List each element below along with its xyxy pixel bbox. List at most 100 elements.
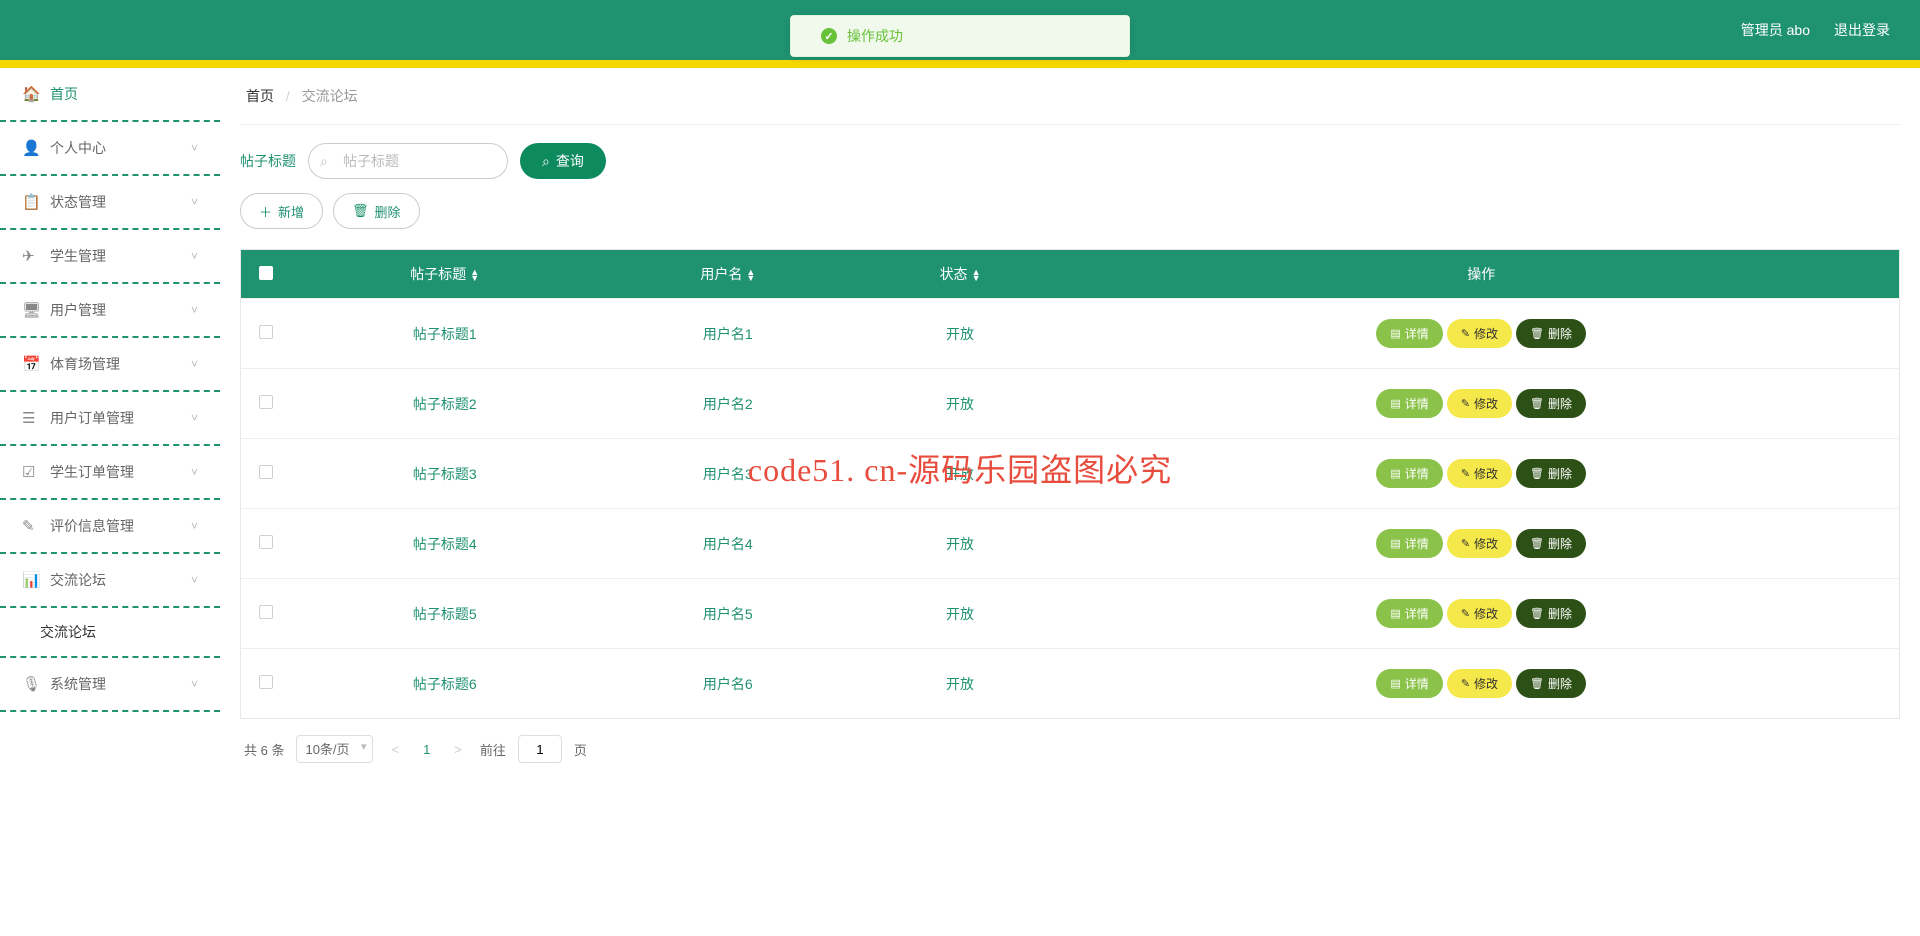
detail-button[interactable]: ▤详情	[1376, 389, 1442, 418]
table-row: 帖子标题3用户名3开放▤详情✎修改🗑删除	[241, 439, 1900, 509]
prev-page[interactable]: <	[385, 742, 405, 757]
main-content: 首页 / 交流论坛 帖子标题 ⌕ ⌕ 查询 ＋ 新增 🗑 删除	[220, 68, 1920, 936]
sidebar-item-3[interactable]: ✈学生管理˅	[0, 230, 220, 284]
menu-label: 学生管理	[50, 246, 106, 266]
plus-icon: ＋	[259, 202, 272, 221]
toast-text: 操作成功	[847, 26, 903, 46]
logout-link[interactable]: 退出登录	[1834, 20, 1890, 40]
goto-input[interactable]	[518, 735, 562, 763]
cell-title[interactable]: 帖子标题2	[291, 369, 600, 439]
page-size-select[interactable]: 10条/页	[296, 735, 373, 763]
trash-icon: 🗑	[1530, 607, 1544, 620]
row-delete-button[interactable]: 🗑删除	[1516, 669, 1586, 698]
cell-title[interactable]: 帖子标题6	[291, 649, 600, 719]
table-row: 帖子标题5用户名5开放▤详情✎修改🗑删除	[241, 579, 1900, 649]
row-delete-button[interactable]: 🗑删除	[1516, 389, 1586, 418]
cell-title[interactable]: 帖子标题1	[291, 299, 600, 369]
row-checkbox[interactable]	[259, 395, 273, 409]
breadcrumb-home[interactable]: 首页	[246, 88, 274, 104]
menu-icon: 📊	[22, 571, 38, 589]
menu-label: 体育场管理	[50, 354, 120, 374]
detail-button[interactable]: ▤详情	[1376, 669, 1442, 698]
cell-title[interactable]: 帖子标题4	[291, 509, 600, 579]
table-row: 帖子标题2用户名2开放▤详情✎修改🗑删除	[241, 369, 1900, 439]
sidebar-item-9[interactable]: 📊交流论坛˅	[0, 554, 220, 608]
breadcrumb-current: 交流论坛	[302, 88, 358, 104]
detail-button[interactable]: ▤详情	[1376, 599, 1442, 628]
title-search-input[interactable]	[308, 143, 508, 179]
row-checkbox[interactable]	[259, 535, 273, 549]
sidebar-item-6[interactable]: ☰用户订单管理˅	[0, 392, 220, 446]
cell-status: 开放	[857, 299, 1064, 369]
edit-button[interactable]: ✎修改	[1447, 529, 1512, 558]
chevron-right-icon: ˅	[191, 519, 198, 533]
row-checkbox[interactable]	[259, 325, 273, 339]
query-button[interactable]: ⌕ 查询	[520, 143, 606, 179]
current-user-label[interactable]: 管理员 abo	[1741, 20, 1810, 40]
col-user[interactable]: 用户名▲▼	[599, 250, 857, 299]
sidebar-item-5[interactable]: 📅 体育场管理 ˅	[0, 338, 220, 392]
detail-button[interactable]: ▤详情	[1376, 459, 1442, 488]
cell-user[interactable]: 用户名4	[599, 509, 857, 579]
sidebar-subitem[interactable]: 交流论坛	[0, 608, 220, 658]
row-delete-button[interactable]: 🗑删除	[1516, 529, 1586, 558]
sidebar-item-8[interactable]: ✎评价信息管理˅	[0, 500, 220, 554]
chevron-right-icon: ˅	[191, 195, 198, 209]
row-delete-button[interactable]: 🗑删除	[1516, 459, 1586, 488]
delete-button[interactable]: 🗑 删除	[333, 193, 420, 229]
sort-icon: ▲▼	[470, 269, 479, 281]
current-page[interactable]: 1	[417, 742, 436, 757]
breadcrumb: 首页 / 交流论坛	[240, 68, 1900, 125]
edit-icon: ✎	[1461, 327, 1470, 340]
edit-button[interactable]: ✎修改	[1447, 599, 1512, 628]
cell-user[interactable]: 用户名1	[599, 299, 857, 369]
next-page[interactable]: >	[448, 742, 468, 757]
add-button[interactable]: ＋ 新增	[240, 193, 323, 229]
trash-icon: 🗑	[1530, 677, 1544, 690]
row-delete-button[interactable]: 🗑删除	[1516, 319, 1586, 348]
chevron-right-icon: ˅	[191, 357, 198, 371]
sidebar-item-4[interactable]: 🖥用户管理˅	[0, 284, 220, 338]
select-all-checkbox[interactable]	[259, 266, 273, 280]
trash-icon: 🗑	[1530, 537, 1544, 550]
cell-user[interactable]: 用户名2	[599, 369, 857, 439]
cell-status: 开放	[857, 509, 1064, 579]
edit-button[interactable]: ✎修改	[1447, 669, 1512, 698]
sidebar-item-10[interactable]: 🎙系统管理˅	[0, 658, 220, 712]
col-title[interactable]: 帖子标题▲▼	[291, 250, 600, 299]
chevron-down-icon: ˅	[191, 573, 198, 587]
edit-button[interactable]: ✎修改	[1447, 389, 1512, 418]
menu-icon: 📅	[22, 355, 38, 373]
detail-button[interactable]: ▤详情	[1376, 319, 1442, 348]
row-checkbox[interactable]	[259, 605, 273, 619]
filter-label: 帖子标题	[240, 151, 296, 171]
chevron-right-icon: ˅	[191, 465, 198, 479]
search-icon: ⌕	[320, 153, 328, 170]
col-status[interactable]: 状态▲▼	[857, 250, 1064, 299]
sidebar-item-2[interactable]: 📋状态管理˅	[0, 176, 220, 230]
cell-user[interactable]: 用户名6	[599, 649, 857, 719]
edit-icon: ✎	[1461, 537, 1470, 550]
sidebar: 🏠首页👤个人中心˅📋状态管理˅✈学生管理˅🖥用户管理˅📅体育场管理˅☰用户订单管…	[0, 68, 220, 936]
edit-button[interactable]: ✎修改	[1447, 459, 1512, 488]
cell-user[interactable]: 用户名3	[599, 439, 857, 509]
cell-title[interactable]: 帖子标题3	[291, 439, 600, 509]
cell-user[interactable]: 用户名5	[599, 579, 857, 649]
detail-icon: ▤	[1390, 397, 1400, 410]
success-toast: ✓ 操作成功	[790, 15, 1130, 57]
row-delete-button[interactable]: 🗑删除	[1516, 599, 1586, 628]
sidebar-item-0[interactable]: 🏠首页	[0, 68, 220, 122]
row-checkbox[interactable]	[259, 675, 273, 689]
edit-button[interactable]: ✎修改	[1447, 319, 1512, 348]
chevron-right-icon: ˅	[191, 411, 198, 425]
chevron-right-icon: ˅	[191, 303, 198, 317]
sidebar-item-1[interactable]: 👤个人中心˅	[0, 122, 220, 176]
cell-title[interactable]: 帖子标题5	[291, 579, 600, 649]
goto-label: 前往	[480, 740, 506, 759]
menu-icon: 📋	[22, 193, 38, 211]
sidebar-item-7[interactable]: ☑学生订单管理˅	[0, 446, 220, 500]
menu-icon: ✈	[22, 247, 38, 265]
detail-button[interactable]: ▤详情	[1376, 529, 1442, 558]
menu-label: 学生订单管理	[50, 462, 134, 482]
row-checkbox[interactable]	[259, 465, 273, 479]
